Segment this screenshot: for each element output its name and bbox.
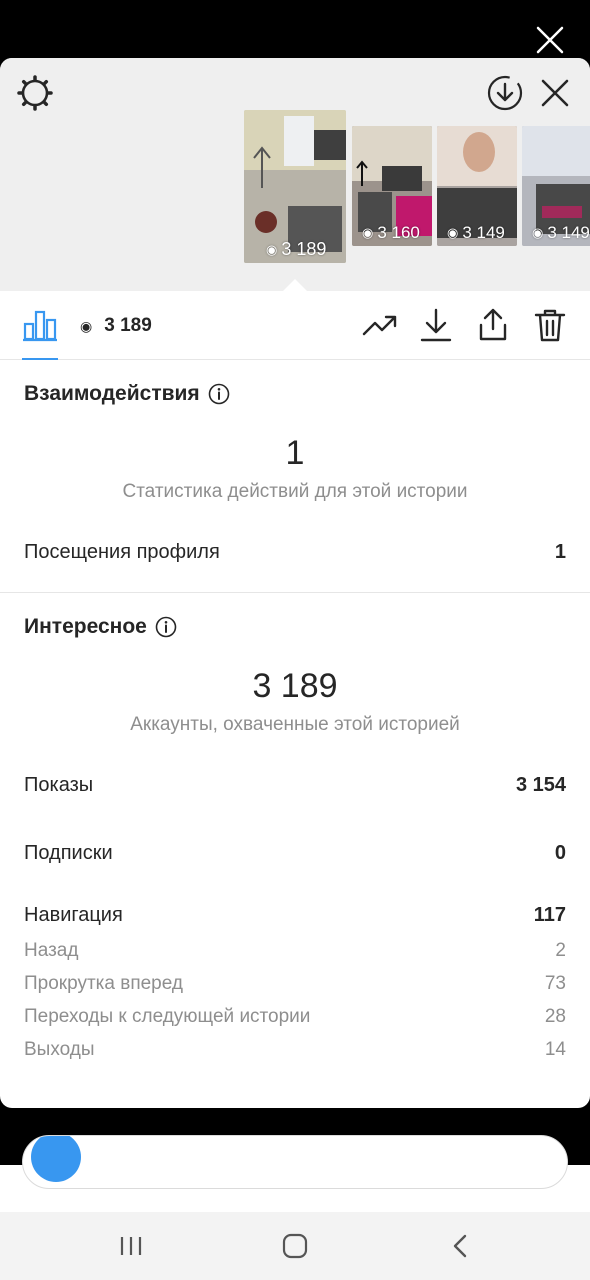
- section-title: Интересное: [24, 615, 147, 638]
- row-value: 1: [554, 540, 566, 563]
- insights-toolbar: ◉ 3 189: [0, 291, 590, 360]
- screen: ◉ 3 189 ◉ 3 160 ◉ 3 149 ◉ 3 149 ◉ 3 189 …: [0, 0, 590, 1280]
- back-icon[interactable]: [445, 1230, 477, 1262]
- row-label: Прокрутка вперед: [24, 972, 183, 994]
- row-label: Переходы к следующей истории: [24, 1005, 311, 1027]
- row-label: Выходы: [24, 1038, 95, 1060]
- eye-icon: ◉: [447, 225, 459, 240]
- story-thumbnail[interactable]: ◉ 3 149: [437, 126, 517, 246]
- impressions-row: Показы 3 154: [24, 766, 566, 804]
- row-value: 3 154: [515, 773, 566, 796]
- info-icon[interactable]: [155, 616, 177, 638]
- row-value: 14: [544, 1038, 566, 1060]
- row-label: Показы: [24, 773, 94, 796]
- interactions-section: Взаимодействия 1 Статистика действий для…: [0, 360, 590, 571]
- share-icon[interactable]: [475, 307, 511, 343]
- reach-total: 3 189: [252, 667, 338, 705]
- story-thumbnail[interactable]: ◉ 3 160: [352, 126, 432, 246]
- message-input-peek: [22, 1135, 568, 1189]
- active-tab-indicator: [22, 358, 58, 360]
- views-value: 3 189: [104, 315, 152, 336]
- info-icon[interactable]: [208, 383, 230, 405]
- selected-caret: [283, 279, 307, 291]
- thumbnail-views: ◉ 3 149: [532, 223, 590, 242]
- section-title: Взаимодействия: [24, 382, 200, 405]
- interactions-caption: Статистика действий для этой истории: [122, 481, 468, 502]
- trending-up-icon[interactable]: [362, 307, 398, 343]
- row-label: Навигация: [24, 903, 123, 926]
- interactions-header: Взаимодействия: [24, 382, 566, 406]
- profile-visits-row: Посещения профиля 1: [24, 533, 566, 571]
- settings-gear-icon[interactable]: [16, 74, 54, 112]
- thumbnail-views: ◉ 3 160: [362, 223, 420, 242]
- navigation-exits-row: Выходы 14: [24, 1033, 566, 1066]
- overlay-close-icon[interactable]: [532, 22, 568, 58]
- home-icon[interactable]: [279, 1230, 311, 1262]
- story-thumbnail[interactable]: ◉ 3 149: [522, 126, 590, 246]
- eye-icon: ◉: [362, 225, 374, 240]
- recent-apps-icon[interactable]: [115, 1230, 147, 1262]
- reach-caption: Аккаунты, охваченные этой историей: [130, 714, 460, 735]
- thumbnail-views: ◉ 3 189: [266, 239, 327, 259]
- row-value: 28: [544, 1005, 566, 1027]
- background-screen-peek: [0, 1135, 590, 1215]
- download-icon[interactable]: [418, 307, 454, 343]
- row-value: 73: [544, 972, 566, 994]
- discovery-header: Интересное: [24, 615, 566, 639]
- download-circle-icon[interactable]: [486, 74, 524, 112]
- camera-button-peek: [31, 1136, 81, 1182]
- thumbnail-views: ◉ 3 149: [447, 223, 505, 242]
- trash-icon[interactable]: [532, 307, 568, 343]
- navigation-forward-row: Прокрутка вперед 73: [24, 967, 566, 1000]
- system-navigation-bar: [0, 1212, 590, 1280]
- story-tray: ◉ 3 189 ◉ 3 160 ◉ 3 149 ◉ 3 149: [0, 58, 590, 291]
- row-label: Подписки: [24, 841, 113, 864]
- close-icon[interactable]: [538, 76, 572, 110]
- row-label: Посещения профиля: [24, 540, 220, 563]
- bar-chart-icon[interactable]: [22, 307, 58, 343]
- navigation-back-row: Назад 2: [24, 934, 566, 967]
- views-counter: ◉ 3 189: [80, 315, 152, 337]
- eye-icon: ◉: [532, 225, 544, 240]
- row-value: 117: [533, 903, 566, 926]
- eye-icon: ◉: [266, 241, 278, 257]
- navigation-row: Навигация 117: [24, 896, 566, 934]
- row-label: Назад: [24, 939, 79, 961]
- eye-icon: ◉: [80, 317, 93, 334]
- follows-row: Подписки 0: [24, 834, 566, 872]
- insights-sheet: ◉ 3 189 ◉ 3 160 ◉ 3 149 ◉ 3 149 ◉ 3 189 …: [0, 58, 590, 1108]
- row-value: 2: [555, 939, 566, 961]
- interactions-total: 1: [285, 434, 305, 472]
- navigation-next-story-row: Переходы к следующей истории 28: [24, 1000, 566, 1033]
- row-value: 0: [554, 841, 566, 864]
- discovery-section: Интересное 3 189 Аккаунты, охваченные эт…: [0, 593, 590, 1066]
- story-thumbnail-selected[interactable]: ◉ 3 189: [244, 110, 346, 263]
